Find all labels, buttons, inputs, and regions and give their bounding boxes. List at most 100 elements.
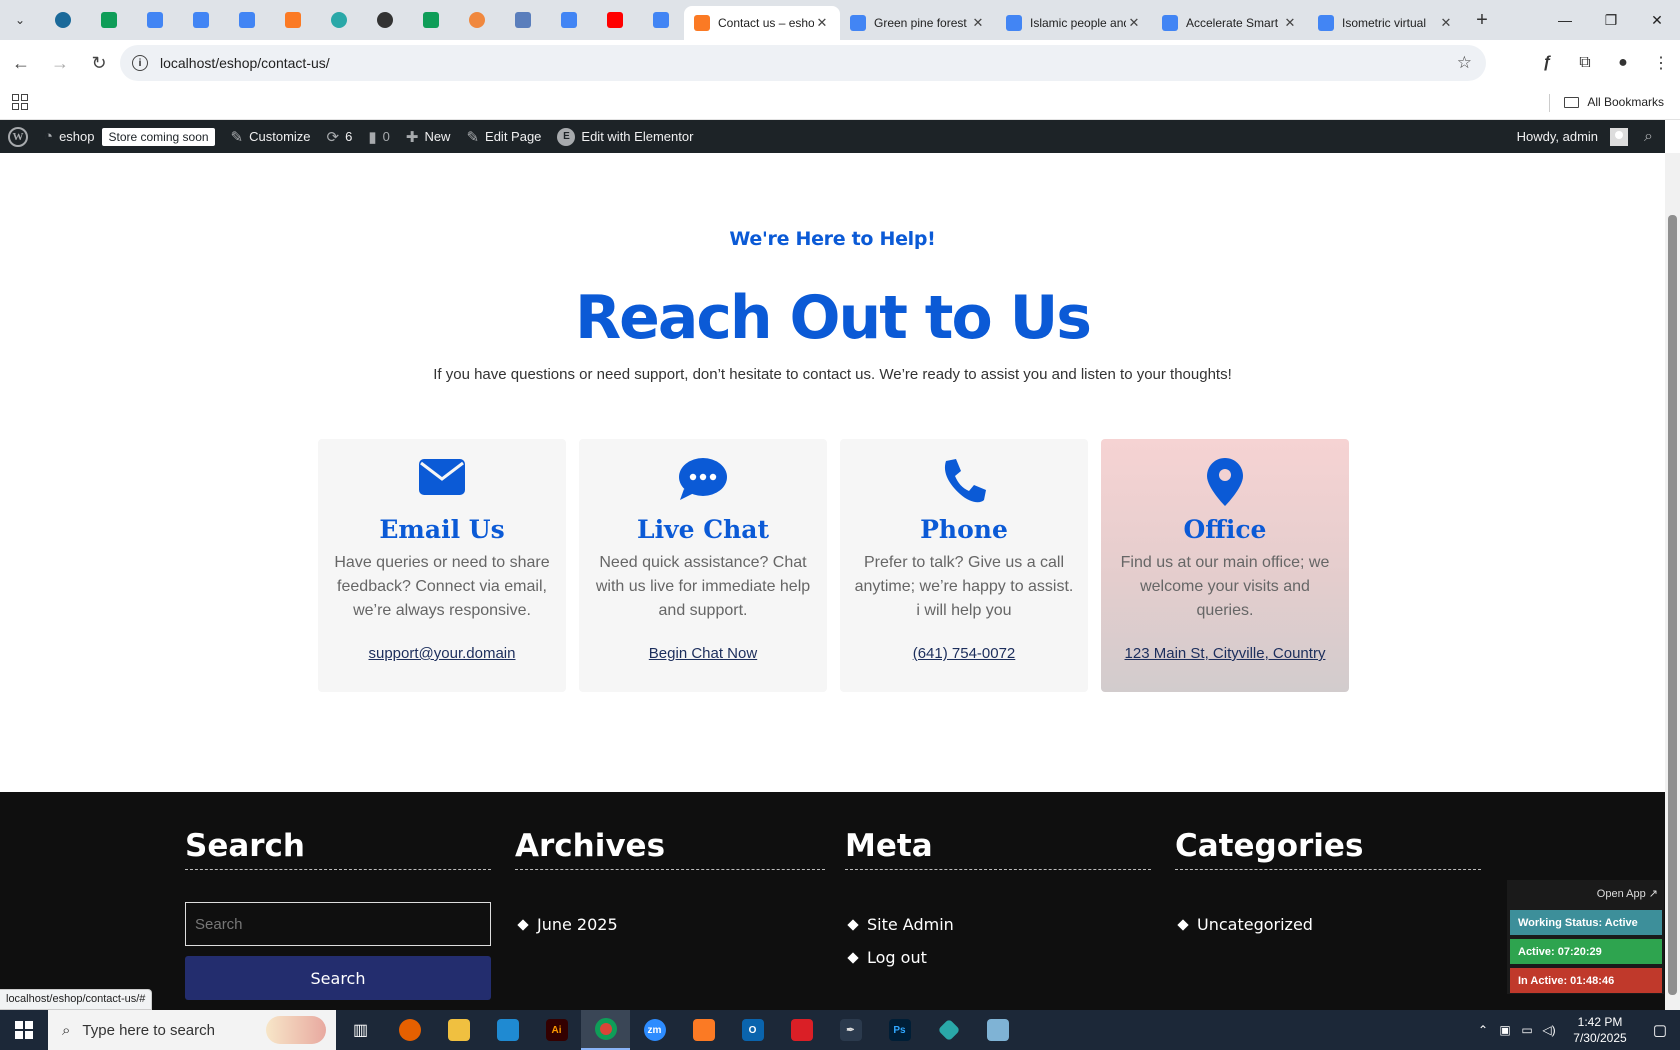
taskbar-vscode[interactable]: [483, 1010, 532, 1050]
wp-logo-button[interactable]: W: [0, 120, 36, 153]
taskbar-zoom[interactable]: zm: [630, 1010, 679, 1050]
taskbar-chrome[interactable]: [581, 1010, 630, 1050]
pinned-tab-8[interactable]: [362, 0, 408, 40]
edit-page-link[interactable]: ✎ Edit Page: [458, 120, 549, 153]
search-input[interactable]: [185, 902, 491, 946]
tab-contact-us[interactable]: Contact us – eshop ✕: [684, 6, 840, 40]
pinned-tab-4[interactable]: [178, 0, 224, 40]
windows-start-button[interactable]: [0, 1010, 48, 1050]
log-out-link[interactable]: Log out: [867, 948, 927, 967]
minimize-icon[interactable]: —: [1542, 0, 1588, 40]
pinned-tab-14[interactable]: [638, 0, 684, 40]
device-icon[interactable]: ▣: [1494, 1023, 1516, 1037]
admin-search-button[interactable]: ⌕: [1636, 120, 1665, 153]
tab-islamic-people[interactable]: Islamic people and ✕: [996, 6, 1152, 40]
close-window-icon[interactable]: ✕: [1634, 0, 1680, 40]
archive-link[interactable]: June 2025: [537, 915, 618, 934]
taskbar-xampp[interactable]: [679, 1010, 728, 1050]
pinned-tab-7[interactable]: [316, 0, 362, 40]
list-item[interactable]: June 2025: [515, 908, 825, 941]
pinned-tab-11[interactable]: [500, 0, 546, 40]
profile-avatar[interactable]: ●: [1604, 44, 1642, 82]
customize-link[interactable]: ✎ Customize: [223, 120, 319, 153]
list-item[interactable]: Uncategorized: [1175, 908, 1481, 941]
star-icon[interactable]: ☆: [1457, 53, 1472, 73]
scrollbar-thumb[interactable]: [1668, 215, 1677, 995]
updates-link[interactable]: ⟳ 6: [319, 120, 361, 153]
close-icon[interactable]: ✕: [970, 15, 986, 31]
phone-link[interactable]: (641) 754-0072: [840, 645, 1088, 662]
back-button[interactable]: ←: [3, 45, 39, 81]
address-link[interactable]: 123 Main St, Cityville, Country: [1101, 645, 1349, 662]
more-menu-icon[interactable]: ⋮: [1642, 44, 1680, 82]
new-tab-button[interactable]: +: [1464, 9, 1500, 32]
begin-chat-link[interactable]: Begin Chat Now: [579, 645, 827, 662]
volume-icon[interactable]: ◁): [1538, 1023, 1560, 1037]
elementor-icon: E: [557, 127, 576, 146]
taskbar-app-notes[interactable]: [973, 1010, 1022, 1050]
docs-icon: [147, 12, 163, 28]
pinned-tab-10[interactable]: [454, 0, 500, 40]
taskbar-app-gem[interactable]: [924, 1010, 973, 1050]
edit-elementor-link[interactable]: E Edit with Elementor: [549, 120, 701, 153]
my-account-link[interactable]: Howdy, admin: [1509, 120, 1636, 153]
taskbar-search[interactable]: ⌕ Type here to search: [48, 1010, 336, 1050]
forward-button[interactable]: →: [42, 45, 78, 81]
email-link[interactable]: support@your.domain: [318, 645, 566, 662]
close-icon[interactable]: ✕: [814, 15, 830, 31]
vscode-icon: [496, 1019, 519, 1041]
search-highlight-image: [266, 1016, 326, 1044]
taskbar-photoshop[interactable]: Ps: [875, 1010, 924, 1050]
card-description: Prefer to talk? Give us a call anytime; …: [854, 554, 1074, 619]
task-view-button[interactable]: ▥: [336, 1010, 385, 1050]
tab-accelerate-smart[interactable]: Accelerate Smart ✕: [1152, 6, 1308, 40]
tab-title: Islamic people and: [1030, 16, 1126, 30]
restore-icon[interactable]: ❐: [1588, 0, 1634, 40]
taskbar-illustrator[interactable]: Ai: [532, 1010, 581, 1050]
pinned-tab-13[interactable]: [592, 0, 638, 40]
tab-green-pine[interactable]: Green pine forest ✕: [840, 6, 996, 40]
all-bookmarks-button[interactable]: All Bookmarks: [1564, 95, 1664, 109]
taskbar-outlook[interactable]: O: [728, 1010, 777, 1050]
network-icon[interactable]: ▭: [1516, 1023, 1538, 1037]
open-app-link[interactable]: Open App ↗: [1597, 887, 1658, 900]
list-item[interactable]: Site Admin: [845, 908, 1151, 941]
site-name-link[interactable]: ◔ eshop: [36, 120, 102, 153]
taskbar-creative-cloud[interactable]: [777, 1010, 826, 1050]
pinned-tab-2[interactable]: [86, 0, 132, 40]
tab-search-button[interactable]: ⌄: [0, 0, 40, 40]
close-icon[interactable]: ✕: [1126, 15, 1142, 31]
pinned-tab-1[interactable]: [40, 0, 86, 40]
extension-f-icon[interactable]: ƒ: [1528, 44, 1566, 82]
pinned-tab-3[interactable]: [132, 0, 178, 40]
taskbar-clock[interactable]: 1:42 PM 7/30/2025: [1560, 1014, 1640, 1046]
close-icon[interactable]: ✕: [1438, 15, 1454, 31]
info-icon[interactable]: i: [132, 55, 148, 71]
new-content-link[interactable]: ✚ New: [398, 120, 459, 153]
pinned-tab-12[interactable]: [546, 0, 592, 40]
taskbar-pen-tool[interactable]: ✒: [826, 1010, 875, 1050]
address-bar[interactable]: i localhost/eshop/contact-us/ ☆: [120, 45, 1486, 81]
notification-icon[interactable]: ▢: [1640, 1021, 1680, 1039]
tab-isometric[interactable]: Isometric virtual ✕: [1308, 6, 1464, 40]
task-view-icon: ▥: [352, 1022, 369, 1039]
reload-button[interactable]: ↻: [81, 45, 117, 81]
search-button[interactable]: Search: [185, 956, 491, 1000]
close-icon[interactable]: ✕: [1282, 15, 1298, 31]
chevron-up-icon[interactable]: ⌃: [1472, 1023, 1494, 1037]
category-link[interactable]: Uncategorized: [1197, 915, 1313, 934]
widget-title: Meta: [845, 828, 1151, 870]
pinned-tab-6[interactable]: [270, 0, 316, 40]
pinned-tab-9[interactable]: [408, 0, 454, 40]
coming-soon-badge-wrap[interactable]: Store coming soon: [102, 120, 222, 153]
pinned-tab-5[interactable]: [224, 0, 270, 40]
taskbar-firefox[interactable]: [385, 1010, 434, 1050]
site-admin-link[interactable]: Site Admin: [867, 915, 954, 934]
tab-strip: ⌄ Contact us – eshop ✕ Green pine forest…: [0, 0, 1680, 40]
taskbar-file-explorer[interactable]: [434, 1010, 483, 1050]
page-scrollbar[interactable]: [1665, 153, 1680, 1010]
puzzle-icon[interactable]: ⧉: [1566, 44, 1604, 82]
list-item[interactable]: Log out: [845, 941, 1151, 974]
comments-link[interactable]: ▮ 0: [360, 120, 398, 153]
apps-grid-icon[interactable]: [12, 94, 28, 110]
